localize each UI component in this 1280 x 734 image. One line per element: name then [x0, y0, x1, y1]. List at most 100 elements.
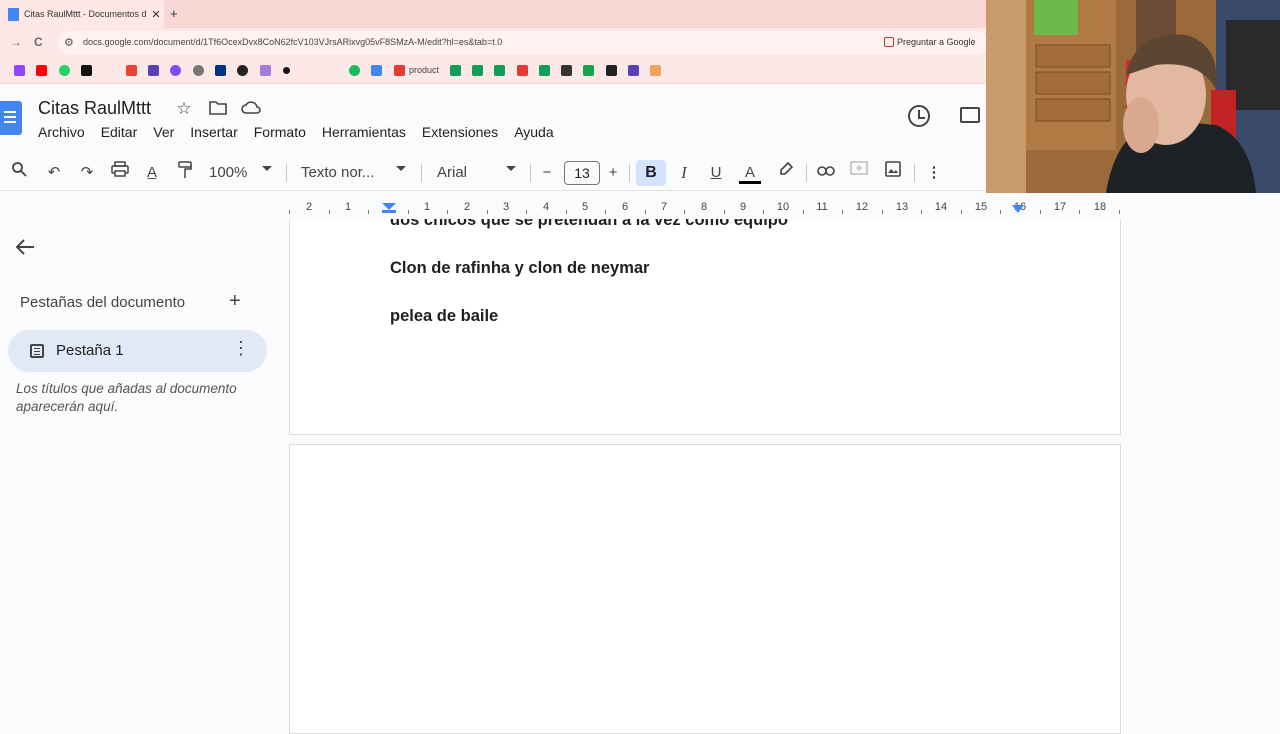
underline-button[interactable]: U [706, 161, 726, 185]
ruler-label: 8 [700, 201, 708, 213]
redo-icon[interactable]: ↷ [77, 161, 97, 185]
url-text: docs.google.com/document/d/1Tf6OcexDvx8C… [83, 37, 503, 47]
bookmark-icon[interactable] [628, 65, 639, 76]
toolbar-divider [806, 164, 807, 182]
reload-icon[interactable]: C [34, 35, 43, 49]
menu-ayuda[interactable]: Ayuda [514, 123, 553, 141]
bookmark-icon[interactable] [283, 67, 290, 74]
bookmark-icon[interactable] [193, 65, 204, 76]
site-settings-icon[interactable]: ⚙ [64, 36, 74, 49]
style-dropdown-icon[interactable] [396, 166, 406, 171]
paint-format-icon[interactable] [175, 161, 195, 185]
chatgpt-bookmark-icon[interactable] [237, 65, 248, 76]
print-icon[interactable] [109, 161, 131, 185]
ruler-label: 1 [423, 201, 431, 213]
tiktok-bookmark-icon[interactable] [81, 65, 92, 76]
ruler-label: 15 [974, 201, 988, 213]
add-comment-icon[interactable] [849, 161, 869, 185]
move-folder-icon[interactable] [208, 99, 228, 119]
paragraph-style-select[interactable]: Texto nor... [301, 164, 374, 181]
text-color-label: A [744, 164, 755, 181]
product-bookmark-label[interactable]: product [409, 65, 439, 75]
zoom-dropdown-icon[interactable] [262, 166, 272, 171]
document-page[interactable] [289, 444, 1121, 734]
play-bookmark-icon[interactable] [371, 65, 382, 76]
menu-herramientas[interactable]: Herramientas [322, 123, 406, 141]
bookmark-icon[interactable] [606, 65, 617, 76]
bookmark-icon[interactable] [148, 65, 159, 76]
horizontal-ruler[interactable]: 2 1 1 2 3 4 5 6 7 8 9 10 11 12 13 14 15 … [289, 199, 1121, 219]
comments-icon[interactable] [960, 107, 980, 123]
ruler-label: 2 [463, 201, 471, 213]
ask-google-button[interactable]: Preguntar a Google [884, 37, 976, 47]
text-color-button[interactable]: A [739, 161, 761, 185]
undo-icon[interactable]: ↶ [44, 161, 64, 185]
spotify-bookmark-icon[interactable] [349, 65, 360, 76]
more-options-icon[interactable]: ⋮ [924, 161, 944, 185]
document-line[interactable]: pelea de baile [390, 307, 498, 326]
font-dropdown-icon[interactable] [506, 166, 516, 171]
menu-archivo[interactable]: Archivo [38, 123, 85, 141]
lens-icon [884, 37, 894, 47]
forward-icon[interactable]: → [10, 35, 22, 49]
docs-logo-icon[interactable] [0, 101, 22, 135]
add-tab-button[interactable]: + [229, 290, 241, 313]
version-history-icon[interactable] [908, 105, 930, 127]
menu-editar[interactable]: Editar [101, 123, 138, 141]
bookmark-icon[interactable] [561, 65, 572, 76]
toolbar-divider [530, 164, 531, 182]
document-page[interactable]: dos chicos que se pretendan a la vez com… [289, 219, 1121, 435]
browser-tab[interactable]: Citas RaulMttt - Documentos d ✕ [0, 0, 164, 28]
search-menus-icon[interactable] [9, 161, 29, 185]
font-size-input[interactable]: 13 [564, 161, 600, 185]
menu-insertar[interactable]: Insertar [190, 123, 237, 141]
sheets-bookmark-icon[interactable] [472, 65, 483, 76]
decrease-font-size-button[interactable]: − [538, 161, 556, 185]
increase-font-size-button[interactable]: + [604, 161, 622, 185]
document-title[interactable]: Citas RaulMttt [38, 98, 151, 119]
italic-button[interactable]: I [674, 161, 694, 185]
highlight-color-icon[interactable] [776, 161, 796, 185]
toolbar-divider [914, 164, 915, 182]
document-line[interactable]: dos chicos que se pretendan a la vez com… [390, 219, 788, 230]
menu-ver[interactable]: Ver [153, 123, 174, 141]
whatsapp-bookmark-icon[interactable] [59, 65, 70, 76]
bookmark-icon[interactable] [517, 65, 528, 76]
close-tab-icon[interactable]: ✕ [148, 8, 164, 21]
right-indent-marker[interactable] [1012, 205, 1024, 213]
sheets-bookmark-icon[interactable] [494, 65, 505, 76]
document-line[interactable]: Clon de rafinha y clon de neymar [390, 259, 649, 278]
bookmark-icon[interactable] [394, 65, 405, 76]
bold-button[interactable]: B [636, 160, 666, 186]
back-arrow-icon[interactable] [14, 236, 36, 262]
spellcheck-icon[interactable]: A̲ [142, 161, 162, 185]
star-icon[interactable]: ☆ [174, 99, 194, 119]
bookmark-icon[interactable] [650, 65, 661, 76]
insert-link-icon[interactable] [816, 161, 836, 185]
cloud-saved-icon[interactable] [241, 99, 261, 119]
sheets-bookmark-icon[interactable] [450, 65, 461, 76]
ruler-label: 6 [621, 201, 629, 213]
new-tab-button[interactable]: + [170, 6, 178, 21]
bookmark-icon[interactable] [260, 65, 271, 76]
kick-bookmark-icon[interactable] [583, 65, 594, 76]
ruler-label: 1 [344, 201, 352, 213]
ruler-label: 5 [581, 201, 589, 213]
first-line-indent-marker[interactable] [382, 210, 396, 213]
sheets-bookmark-icon[interactable] [539, 65, 550, 76]
bookmark-icon[interactable] [170, 65, 181, 76]
left-indent-marker[interactable] [382, 203, 396, 210]
youtube-bookmark-icon[interactable] [36, 65, 47, 76]
tab-more-options-icon[interactable]: ⋮ [232, 338, 250, 359]
zoom-select[interactable]: 100% [209, 164, 247, 181]
paypal-bookmark-icon[interactable] [215, 65, 226, 76]
menu-formato[interactable]: Formato [254, 123, 306, 141]
twitch-bookmark-icon[interactable] [14, 65, 25, 76]
font-select[interactable]: Arial [437, 164, 467, 181]
document-tabs-heading: Pestañas del documento [20, 294, 186, 311]
url-field[interactable]: ⚙ docs.google.com/document/d/1Tf6OcexDvx… [58, 31, 988, 55]
insert-image-icon[interactable] [883, 161, 903, 185]
menu-extensiones[interactable]: Extensiones [422, 123, 498, 141]
gmail-bookmark-icon[interactable] [126, 65, 137, 76]
sidebar-tab-item[interactable]: Pestaña 1 ⋮ [8, 330, 267, 372]
